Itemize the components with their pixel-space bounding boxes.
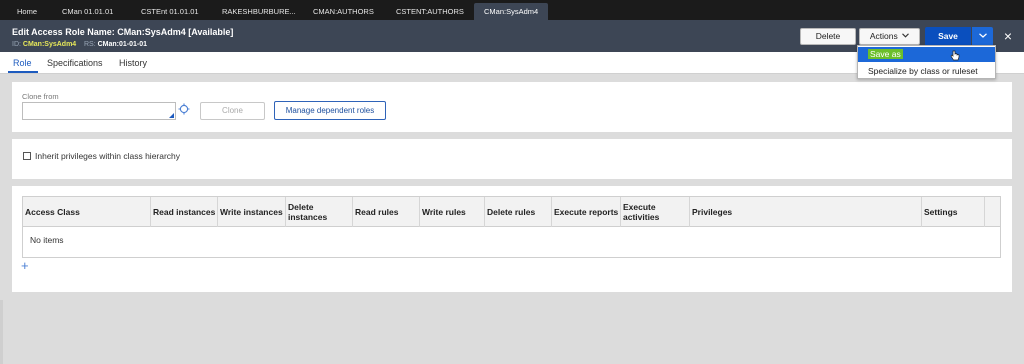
actions-label: Actions (869, 31, 898, 41)
clone-from-label: Clone from (22, 92, 59, 101)
hand-cursor-icon (950, 50, 960, 61)
tab-home[interactable]: Home (17, 4, 37, 20)
manage-dependent-roles-button[interactable]: Manage dependent roles (274, 101, 386, 120)
empty-table-message: No items (30, 235, 64, 245)
actions-menu: Save as Specialize by class or ruleset (857, 45, 996, 79)
tab-role[interactable]: Role (13, 58, 32, 68)
inherit-privileges-checkbox[interactable] (23, 152, 31, 160)
chevron-down-icon (978, 33, 987, 38)
tab-cstent-authors[interactable]: CSTENT:AUTHORS (396, 4, 464, 20)
access-class-table: Access Class Read instances Write instan… (22, 196, 1001, 258)
clone-from-input[interactable] (22, 102, 176, 120)
tab-cstent-010101[interactable]: CSTEnt 01.01.01 (141, 4, 199, 20)
col-write-rules[interactable]: Write rules (419, 197, 484, 227)
col-delete-instances[interactable]: Delete instances (285, 197, 352, 227)
close-button[interactable]: × (1000, 27, 1016, 46)
save-button[interactable]: Save (925, 27, 971, 46)
col-write-instances[interactable]: Write instances (217, 197, 285, 227)
inherit-section: Inherit privileges within class hierarch… (12, 139, 1012, 179)
actions-button[interactable]: Actions (859, 28, 920, 45)
close-icon: × (1003, 28, 1013, 44)
tab-cman-010101[interactable]: CMan 01.01.01 (62, 4, 113, 20)
rule-meta: ID: CMan:SysAdm4 RS: CMan:01-01-01 (12, 41, 147, 48)
delete-button[interactable]: Delete (800, 28, 856, 45)
save-dropdown-button[interactable] (972, 27, 993, 46)
save-as-label: Save as (868, 49, 903, 59)
crosshair-icon[interactable] (178, 103, 190, 115)
id-label: ID: (12, 41, 21, 48)
chevron-down-icon (902, 33, 910, 38)
workspace-tab-strip: Home CMan 01.01.01 CSTEnt 01.01.01 RAKES… (0, 0, 1024, 20)
window-edge (0, 300, 3, 364)
col-execute-reports[interactable]: Execute reports (551, 197, 620, 227)
tab-cman-authors[interactable]: CMAN:AUTHORS (313, 4, 374, 20)
id-value: CMan:SysAdm4 (22, 41, 77, 48)
page-title: Edit Access Role Name: CMan:SysAdm4 [Ava… (12, 27, 234, 37)
col-access-class[interactable]: Access Class (23, 197, 150, 227)
tab-cman-sysadm4[interactable]: CMan:SysAdm4 (474, 3, 549, 20)
tab-rakeshburbure[interactable]: RAKESHBURBURE... (222, 4, 296, 20)
col-execute-activities[interactable]: Execute activities (620, 197, 689, 227)
clone-section: Clone from Clone Manage dependent roles (12, 82, 1012, 132)
access-class-section: Access Class Read instances Write instan… (12, 186, 1012, 292)
inherit-privileges-label: Inherit privileges within class hierarch… (35, 151, 181, 161)
col-actions (984, 197, 1000, 227)
menu-item-save-as[interactable]: Save as (858, 47, 995, 62)
menu-item-specialize[interactable]: Specialize by class or ruleset (858, 64, 995, 79)
rs-value: CMan:01-01-01 (97, 41, 148, 48)
autocomplete-corner-icon (169, 113, 174, 118)
col-read-rules[interactable]: Read rules (352, 197, 419, 227)
col-privileges[interactable]: Privileges (689, 197, 921, 227)
clone-button[interactable]: Clone (200, 102, 265, 120)
add-row-icon[interactable]: + (21, 259, 29, 272)
tab-specifications[interactable]: Specifications (47, 58, 103, 68)
col-settings[interactable]: Settings (921, 197, 984, 227)
col-delete-rules[interactable]: Delete rules (484, 197, 551, 227)
rs-label: RS: (83, 41, 96, 48)
tab-history[interactable]: History (119, 58, 147, 68)
col-read-instances[interactable]: Read instances (150, 197, 217, 227)
inherit-privileges-option[interactable]: Inherit privileges within class hierarch… (23, 151, 180, 161)
table-header: Access Class Read instances Write instan… (23, 197, 1000, 227)
active-tab-indicator (8, 71, 38, 73)
